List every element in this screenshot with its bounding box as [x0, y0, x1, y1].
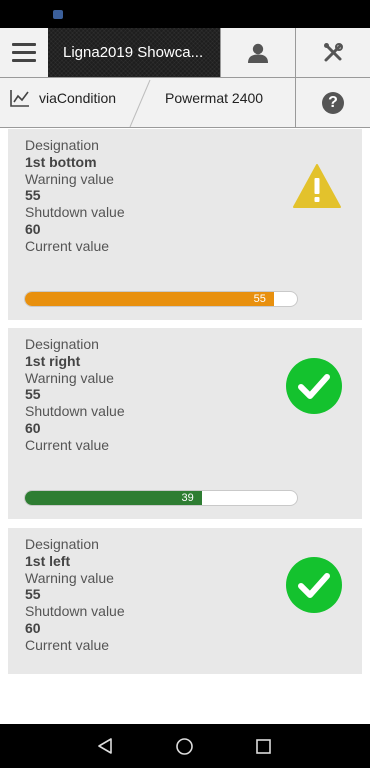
designation-value: 1st bottom: [25, 153, 97, 170]
app-header: Ligna2019 Showca...: [0, 28, 370, 78]
sensor-card: Designation 1st left Warning value 55 Sh…: [8, 528, 362, 674]
home-icon[interactable]: [176, 738, 193, 755]
help-button[interactable]: ?: [295, 78, 370, 128]
designation-value: 1st left: [25, 552, 71, 569]
breadcrumb-separator: [129, 79, 151, 128]
current-value-bar: 55: [24, 291, 298, 307]
breadcrumb-item-viacondition[interactable]: viaCondition: [39, 90, 116, 106]
current-value-bar: 39: [24, 490, 298, 506]
warning-value: 55: [25, 187, 41, 204]
breadcrumb-item-machine[interactable]: Powermat 2400: [165, 90, 263, 106]
shutdown-label: Shutdown value: [25, 603, 125, 620]
shutdown-value: 60: [25, 619, 41, 636]
check-circle-icon: [286, 358, 342, 414]
warning-label: Warning value: [25, 170, 114, 187]
system-nav-bar: [0, 724, 370, 768]
sensor-card: Designation 1st right Warning value 55 S…: [8, 328, 362, 519]
status-bar: [0, 0, 370, 28]
app-title: Ligna2019 Showca...: [63, 44, 204, 61]
notification-icon: [53, 10, 63, 19]
menu-button[interactable]: [0, 28, 48, 77]
user-icon: [248, 43, 268, 63]
shutdown-value: 60: [25, 419, 41, 436]
help-icon: ?: [322, 92, 344, 114]
warning-label: Warning value: [25, 569, 114, 586]
chart-line-icon: [10, 90, 29, 107]
designation-label: Designation: [25, 137, 99, 153]
tools-icon: [324, 42, 343, 61]
back-icon[interactable]: [97, 738, 113, 754]
shutdown-label: Shutdown value: [25, 204, 125, 221]
warning-label: Warning value: [25, 369, 114, 386]
shutdown-value: 60: [25, 220, 41, 237]
sensor-card: Designation 1st bottom Warning value 55 …: [8, 129, 362, 320]
current-label: Current value: [25, 636, 110, 653]
current-label: Current value: [25, 436, 110, 453]
warning-icon: [293, 164, 341, 208]
user-button[interactable]: [220, 28, 295, 77]
warning-value: 55: [25, 386, 41, 403]
designation-label: Designation: [25, 336, 99, 352]
tools-button[interactable]: [295, 28, 370, 77]
app-title-box: Ligna2019 Showca...: [48, 28, 220, 77]
designation-value: 1st right: [25, 352, 81, 369]
menu-icon: [12, 43, 36, 46]
current-value-label: 39: [181, 492, 194, 504]
current-label: Current value: [25, 237, 110, 254]
current-value-label: 55: [253, 293, 266, 305]
warning-value: 55: [25, 586, 41, 603]
check-circle-icon: [286, 557, 342, 613]
shutdown-label: Shutdown value: [25, 403, 125, 420]
designation-label: Designation: [25, 536, 99, 552]
recents-icon[interactable]: [256, 739, 271, 754]
